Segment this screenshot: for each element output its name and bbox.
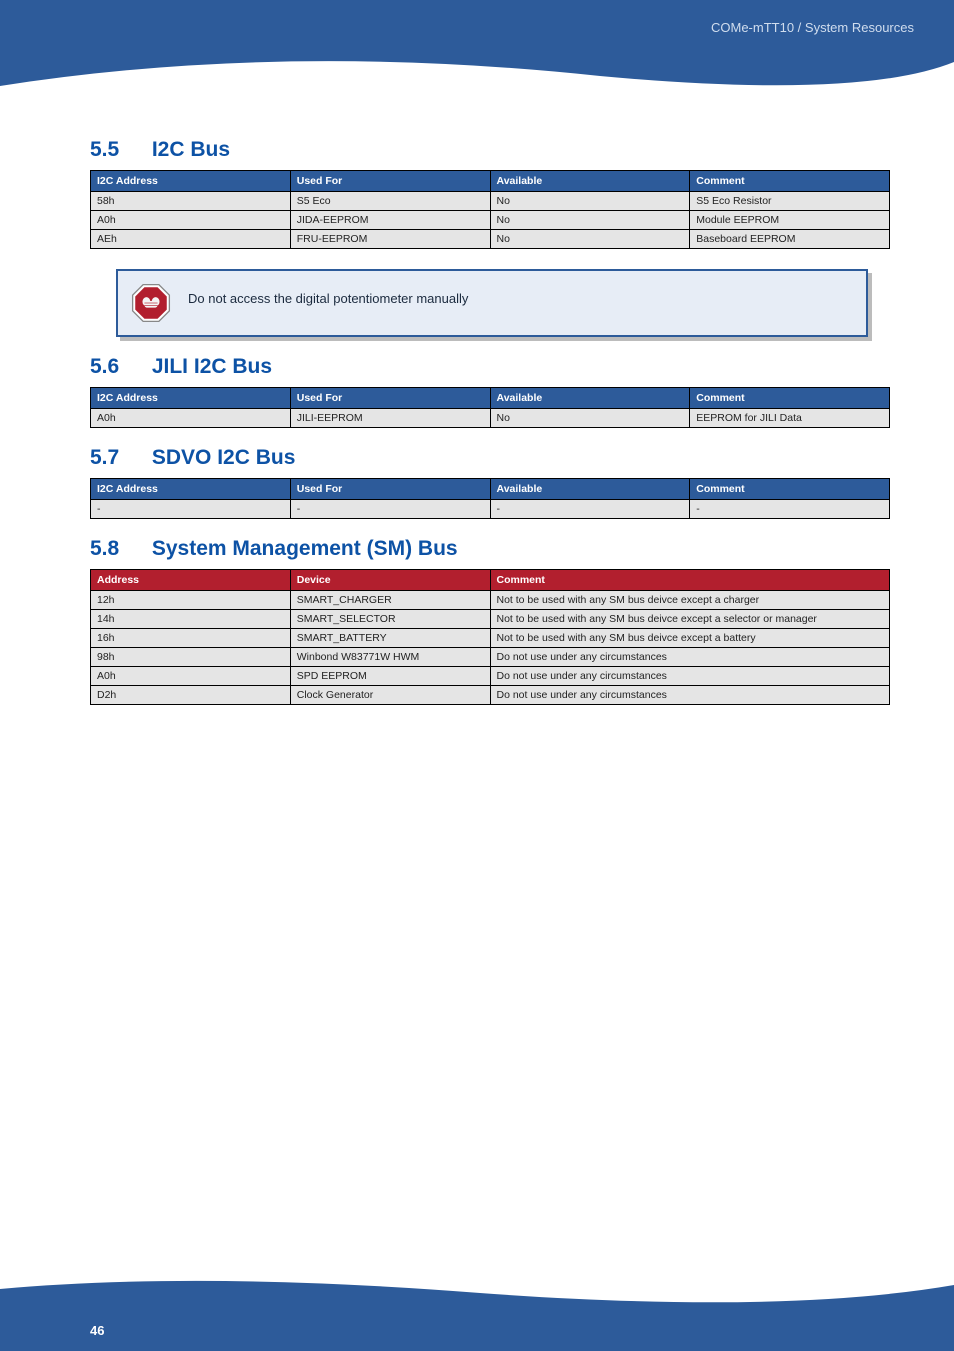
cell: No: [490, 211, 690, 230]
table-row: A0h SPD EEPROM Do not use under any circ…: [91, 667, 890, 686]
i2c-bus-table: I2C Address Used For Available Comment 5…: [90, 170, 890, 249]
col-header: Comment: [690, 388, 890, 409]
section-title: JILI I2C Bus: [152, 355, 272, 378]
cell: 12h: [91, 591, 291, 610]
cell: Module EEPROM: [690, 211, 890, 230]
sm-bus-table: Address Device Comment 12h SMART_CHARGER…: [90, 569, 890, 705]
cell: Not to be used with any SM bus deivce ex…: [490, 629, 890, 648]
document-page: COMe-mTT10 / System Resources 5.5 I2C Bu…: [0, 0, 954, 1351]
table-row: - - - -: [91, 500, 890, 519]
col-header: Available: [490, 479, 690, 500]
cell: No: [490, 230, 690, 249]
cell: 98h: [91, 648, 291, 667]
header-curve: [0, 56, 954, 102]
cell: Do not use under any circumstances: [490, 667, 890, 686]
table-row: 58h S5 Eco No S5 Eco Resistor: [91, 192, 890, 211]
cell: SPD EEPROM: [290, 667, 490, 686]
table-row: D2h Clock Generator Do not use under any…: [91, 686, 890, 705]
table-row: 14h SMART_SELECTOR Not to be used with a…: [91, 610, 890, 629]
col-header: I2C Address: [91, 479, 291, 500]
jili-i2c-bus-table: I2C Address Used For Available Comment A…: [90, 387, 890, 428]
table-row: 16h SMART_BATTERY Not to be used with an…: [91, 629, 890, 648]
col-header: Device: [290, 570, 490, 591]
col-header: Used For: [290, 388, 490, 409]
cell: -: [91, 500, 291, 519]
cell: 58h: [91, 192, 291, 211]
cell: 14h: [91, 610, 291, 629]
section-number: 5.5: [90, 138, 146, 162]
cell: Not to be used with any SM bus deivce ex…: [490, 610, 890, 629]
note-inner: Do not access the digital potentiometer …: [116, 269, 868, 337]
table-header-row: I2C Address Used For Available Comment: [91, 171, 890, 192]
cell: Clock Generator: [290, 686, 490, 705]
table-row: A0h JIDA-EEPROM No Module EEPROM: [91, 211, 890, 230]
section-number: 5.7: [90, 446, 146, 470]
footer-curve: [0, 1279, 954, 1309]
col-header: I2C Address: [91, 171, 291, 192]
col-header: Available: [490, 388, 690, 409]
col-header: Comment: [690, 479, 890, 500]
section-number: 5.8: [90, 537, 146, 561]
col-header: Used For: [290, 171, 490, 192]
cell: AEh: [91, 230, 291, 249]
stop-icon: [130, 282, 172, 324]
cell: -: [290, 500, 490, 519]
footer-band: 46: [0, 1309, 954, 1351]
cell: SMART_CHARGER: [290, 591, 490, 610]
sdvo-i2c-bus-table: I2C Address Used For Available Comment -…: [90, 478, 890, 519]
cell: Do not use under any circumstances: [490, 648, 890, 667]
section-number: 5.6: [90, 355, 146, 379]
cell: Baseboard EEPROM: [690, 230, 890, 249]
section-heading-5-8: 5.8 System Management (SM) Bus: [90, 537, 890, 561]
table-row: AEh FRU-EEPROM No Baseboard EEPROM: [91, 230, 890, 249]
cell: JILI-EEPROM: [290, 409, 490, 428]
col-header: I2C Address: [91, 388, 291, 409]
cell: No: [490, 409, 690, 428]
header-breadcrumb: COMe-mTT10 / System Resources: [711, 20, 914, 35]
table-header-row: I2C Address Used For Available Comment: [91, 479, 890, 500]
header-band: COMe-mTT10 / System Resources: [0, 0, 954, 56]
cell: Do not use under any circumstances: [490, 686, 890, 705]
col-header: Comment: [690, 171, 890, 192]
section-heading-5-6: 5.6 JILI I2C Bus: [90, 355, 890, 379]
cell: D2h: [91, 686, 291, 705]
section-heading-5-7: 5.7 SDVO I2C Bus: [90, 446, 890, 470]
cell: A0h: [91, 667, 291, 686]
cell: Not to be used with any SM bus deivce ex…: [490, 591, 890, 610]
col-header: Used For: [290, 479, 490, 500]
cell: EEPROM for JILI Data: [690, 409, 890, 428]
content-area: 5.5 I2C Bus I2C Address Used For Availab…: [90, 120, 890, 717]
cell: S5 Eco: [290, 192, 490, 211]
warning-text: Do not access the digital potentiometer …: [188, 291, 852, 306]
table-row: A0h JILI-EEPROM No EEPROM for JILI Data: [91, 409, 890, 428]
col-header: Address: [91, 570, 291, 591]
table-header-row: Address Device Comment: [91, 570, 890, 591]
col-header: Comment: [490, 570, 890, 591]
col-header: Available: [490, 171, 690, 192]
section-heading-5-5: 5.5 I2C Bus: [90, 138, 890, 162]
cell: SMART_SELECTOR: [290, 610, 490, 629]
table-row: 98h Winbond W83771W HWM Do not use under…: [91, 648, 890, 667]
section-title: SDVO I2C Bus: [152, 446, 296, 469]
table-row: 12h SMART_CHARGER Not to be used with an…: [91, 591, 890, 610]
warning-note-box: Do not access the digital potentiometer …: [116, 269, 868, 337]
cell: A0h: [91, 211, 291, 230]
section-title: System Management (SM) Bus: [152, 537, 458, 560]
cell: S5 Eco Resistor: [690, 192, 890, 211]
cell: SMART_BATTERY: [290, 629, 490, 648]
section-title: I2C Bus: [152, 138, 230, 161]
cell: JIDA-EEPROM: [290, 211, 490, 230]
cell: A0h: [91, 409, 291, 428]
page-number: 46: [90, 1323, 104, 1338]
table-header-row: I2C Address Used For Available Comment: [91, 388, 890, 409]
cell: -: [490, 500, 690, 519]
cell: Winbond W83771W HWM: [290, 648, 490, 667]
cell: -: [690, 500, 890, 519]
cell: No: [490, 192, 690, 211]
cell: FRU-EEPROM: [290, 230, 490, 249]
cell: 16h: [91, 629, 291, 648]
